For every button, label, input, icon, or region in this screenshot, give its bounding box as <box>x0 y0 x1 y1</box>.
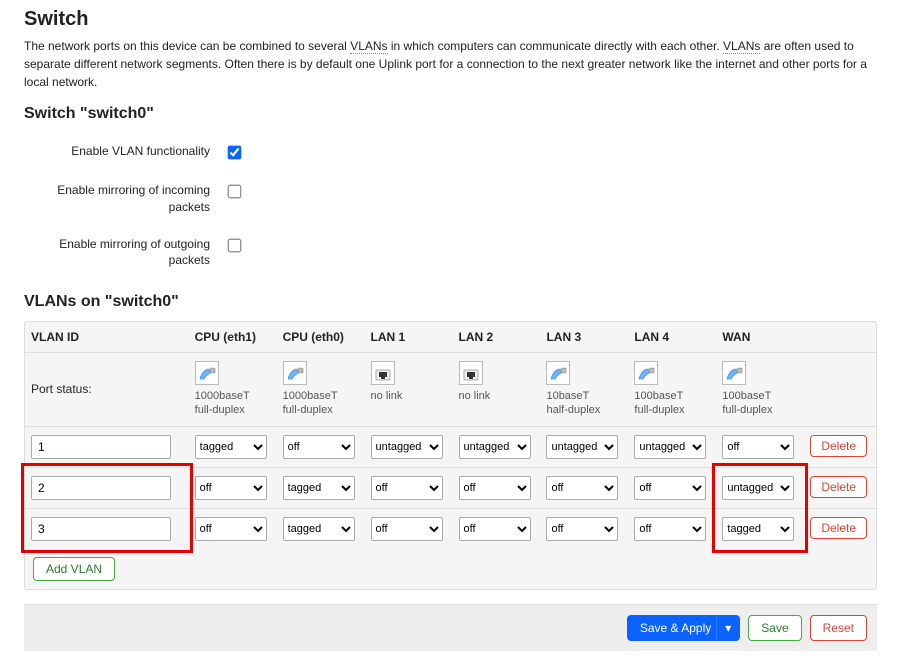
vlan-port-select[interactable]: offtaggeduntagged <box>283 476 355 500</box>
intro-acronym: VLANs <box>723 39 760 54</box>
switch-option-label: Enable VLAN functionality <box>24 143 224 160</box>
vlan-id-input[interactable] <box>31 517 171 541</box>
vlan-port-select[interactable]: offtaggeduntagged <box>546 517 618 541</box>
rj45-plug-icon <box>195 361 219 385</box>
port-status-cell: no link <box>365 353 453 427</box>
port-status-cell: 100baseTfull-duplex <box>716 353 804 427</box>
vlan-port-select[interactable]: offtaggeduntagged <box>371 517 443 541</box>
vlan-port-select[interactable]: offtaggeduntagged <box>371 435 443 459</box>
port-status-text: 100baseTfull-duplex <box>634 389 710 418</box>
switch-option-row: Enable VLAN functionality <box>24 133 877 172</box>
port-status-cell: no link <box>453 353 541 427</box>
vlans-column-header: CPU (eth0) <box>277 322 365 353</box>
vlan-port-select[interactable]: offtaggeduntagged <box>195 435 267 459</box>
port-status-text: no link <box>459 389 535 403</box>
vlan-port-select[interactable]: offtaggeduntagged <box>195 517 267 541</box>
vlan-port-select[interactable]: offtaggeduntagged <box>283 435 355 459</box>
add-vlan-button[interactable]: Add VLAN <box>33 557 115 581</box>
vlan-port-select[interactable]: offtaggeduntagged <box>371 476 443 500</box>
vlan-port-select[interactable]: offtaggeduntagged <box>546 435 618 459</box>
intro-text: The network ports on this device can be … <box>24 39 350 53</box>
switch-option-checkbox[interactable] <box>228 238 242 252</box>
page-title: Switch <box>24 8 877 31</box>
vlans-column-header: LAN 3 <box>540 322 628 353</box>
reset-button[interactable]: Reset <box>810 615 867 641</box>
vlan-id-input[interactable] <box>31 435 171 459</box>
port-status-text: 10baseThalf-duplex <box>546 389 622 418</box>
switch-option-checkbox[interactable] <box>228 185 242 199</box>
vlan-port-select[interactable]: offtaggeduntagged <box>634 476 706 500</box>
rj45-plug-icon <box>546 361 570 385</box>
switch-option-row: Enable mirroring of outgoing packets <box>24 226 877 280</box>
vlan-port-select[interactable]: offtaggeduntagged <box>283 517 355 541</box>
save-apply-dropdown[interactable]: ▾ <box>716 615 740 641</box>
vlans-column-header: LAN 2 <box>453 322 541 353</box>
footer-actions: Save & Apply ▾ Save Reset <box>24 604 877 651</box>
intro-text: in which computers can communicate direc… <box>388 39 723 53</box>
vlan-row: offtaggeduntagged offtaggeduntagged offtag… <box>25 467 876 508</box>
vlans-container: VLAN IDCPU (eth1)CPU (eth0)LAN 1LAN 2LAN… <box>24 321 877 590</box>
port-status-cell: 100baseTfull-duplex <box>628 353 716 427</box>
vlans-column-header: CPU (eth1) <box>189 322 277 353</box>
switch-option-label: Enable mirroring of outgoing packets <box>24 236 224 270</box>
port-status-text: 1000baseTfull-duplex <box>195 389 271 418</box>
rj45-plug-icon <box>722 361 746 385</box>
vlan-port-select[interactable]: offtaggeduntagged <box>195 476 267 500</box>
port-status-text: 100baseTfull-duplex <box>722 389 798 418</box>
vlan-row: offtaggeduntagged offtaggeduntagged offtag… <box>25 426 876 467</box>
intro-acronym: VLANs <box>350 39 387 54</box>
vlan-port-select[interactable]: offtaggeduntagged <box>722 517 794 541</box>
vlans-heading: VLANs on "switch0" <box>24 293 877 311</box>
vlans-column-header: VLAN ID <box>25 322 189 353</box>
save-button[interactable]: Save <box>748 615 801 641</box>
vlans-column-header <box>804 322 876 353</box>
delete-vlan-button[interactable]: Delete <box>810 435 867 457</box>
vlan-port-select[interactable]: offtaggeduntagged <box>546 476 618 500</box>
vlans-column-header: LAN 4 <box>628 322 716 353</box>
rj45-port-icon <box>459 361 483 385</box>
port-status-text: no link <box>371 389 447 403</box>
vlan-id-input[interactable] <box>31 476 171 500</box>
switch-option-checkbox[interactable] <box>228 146 242 160</box>
vlans-column-header: LAN 1 <box>365 322 453 353</box>
port-status-cell: 1000baseTfull-duplex <box>277 353 365 427</box>
vlan-port-select[interactable]: offtaggeduntagged <box>722 476 794 500</box>
vlan-port-select[interactable]: offtaggeduntagged <box>634 435 706 459</box>
switch-heading: Switch "switch0" <box>24 105 877 123</box>
rj45-port-icon <box>371 361 395 385</box>
vlan-row: offtaggeduntagged offtaggeduntagged offtag… <box>25 508 876 549</box>
switch-option-label: Enable mirroring of incoming packets <box>24 182 224 216</box>
vlan-port-select[interactable]: offtaggeduntagged <box>459 435 531 459</box>
rj45-plug-icon <box>634 361 658 385</box>
delete-vlan-button[interactable]: Delete <box>810 517 867 539</box>
vlan-port-select[interactable]: offtaggeduntagged <box>722 435 794 459</box>
vlan-port-select[interactable]: offtaggeduntagged <box>634 517 706 541</box>
save-apply-button[interactable]: Save & Apply <box>627 615 724 641</box>
vlan-port-select[interactable]: offtaggeduntagged <box>459 517 531 541</box>
port-status-cell: 10baseThalf-duplex <box>540 353 628 427</box>
switch-option-row: Enable mirroring of incoming packets <box>24 172 877 226</box>
vlans-table: VLAN IDCPU (eth1)CPU (eth0)LAN 1LAN 2LAN… <box>25 322 876 549</box>
vlans-column-header: WAN <box>716 322 804 353</box>
vlan-port-select[interactable]: offtaggeduntagged <box>459 476 531 500</box>
port-status-text: 1000baseTfull-duplex <box>283 389 359 418</box>
page-intro: The network ports on this device can be … <box>24 37 877 91</box>
port-status-cell: 1000baseTfull-duplex <box>189 353 277 427</box>
delete-vlan-button[interactable]: Delete <box>810 476 867 498</box>
port-status-label: Port status: <box>25 353 189 427</box>
rj45-plug-icon <box>283 361 307 385</box>
